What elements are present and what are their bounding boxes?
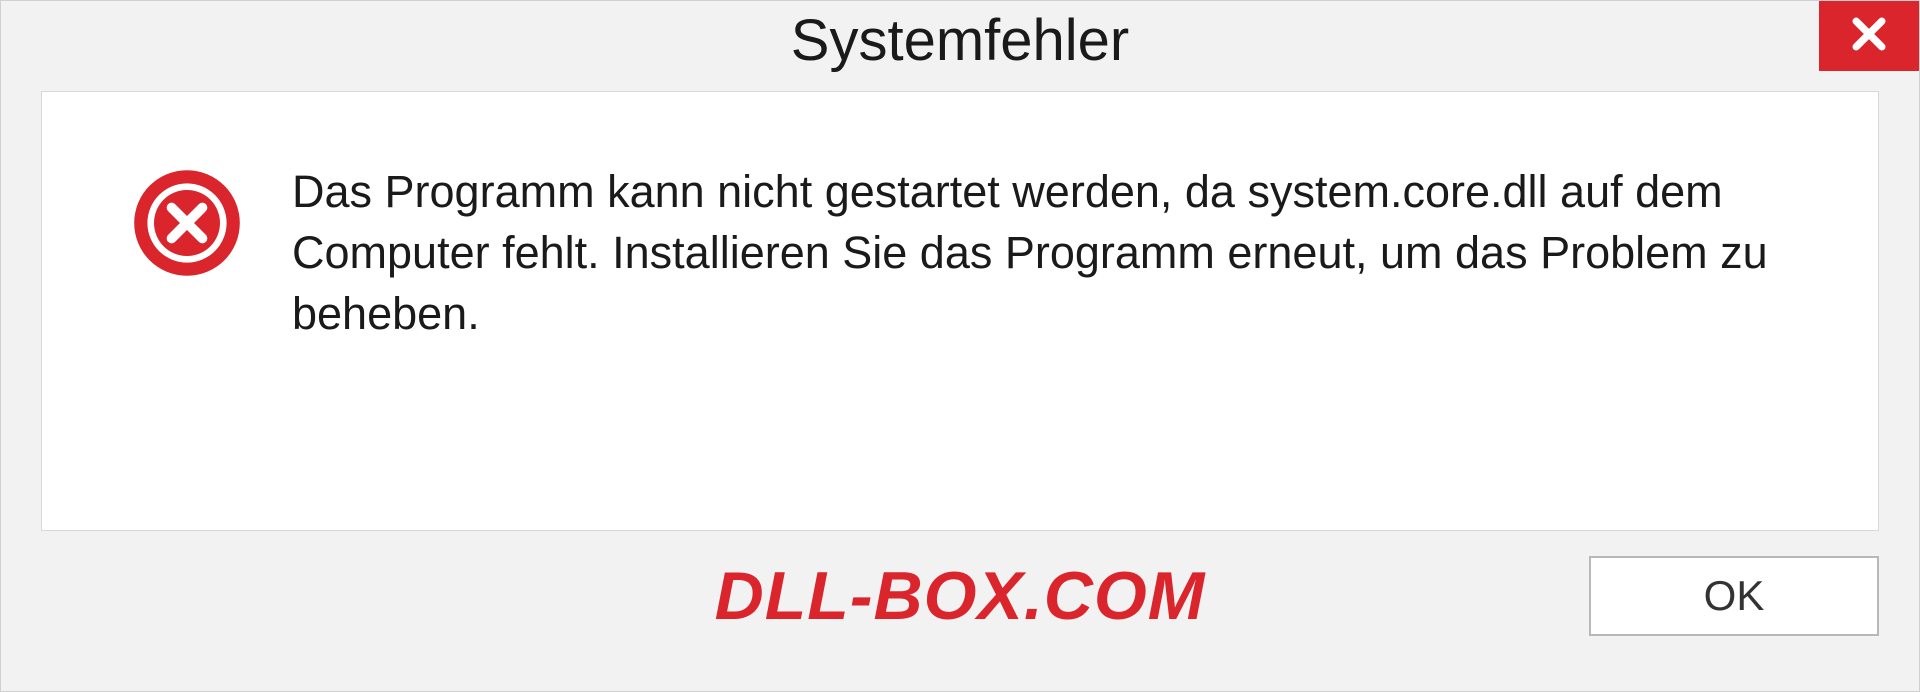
titlebar: Systemfehler (1, 1, 1919, 91)
close-button[interactable] (1819, 1, 1919, 71)
ok-button[interactable]: OK (1589, 556, 1879, 636)
error-icon (132, 168, 242, 278)
close-icon (1847, 12, 1891, 61)
watermark-text: DLL-BOX.COM (715, 557, 1206, 635)
footer: DLL-BOX.COM OK (1, 531, 1919, 691)
dialog-title: Systemfehler (791, 7, 1129, 74)
error-dialog: Systemfehler Das Programm kann nicht ges… (0, 0, 1920, 692)
error-message: Das Programm kann nicht gestartet werden… (292, 162, 1808, 344)
content-panel: Das Programm kann nicht gestartet werden… (41, 91, 1879, 531)
